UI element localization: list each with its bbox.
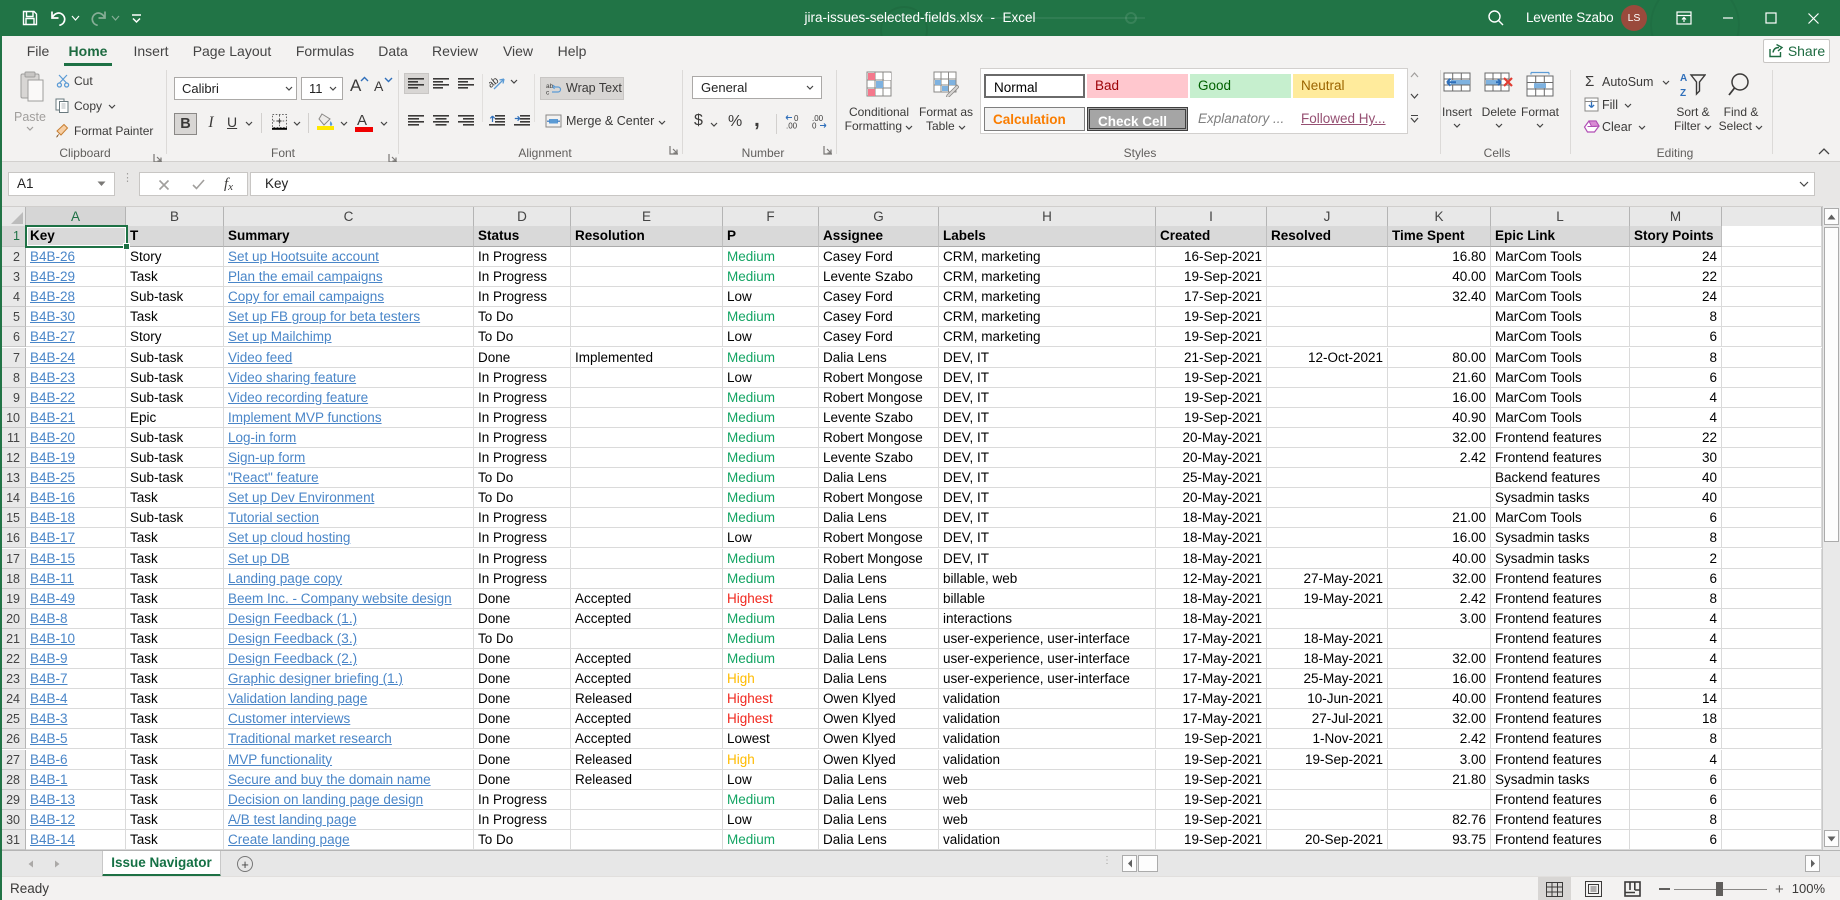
svg-text:Z: Z	[1680, 88, 1686, 98]
svg-text:c: c	[546, 90, 550, 96]
svg-text:A: A	[1680, 73, 1687, 84]
svg-text:.00: .00	[786, 122, 798, 130]
svg-text:0: 0	[812, 122, 817, 130]
